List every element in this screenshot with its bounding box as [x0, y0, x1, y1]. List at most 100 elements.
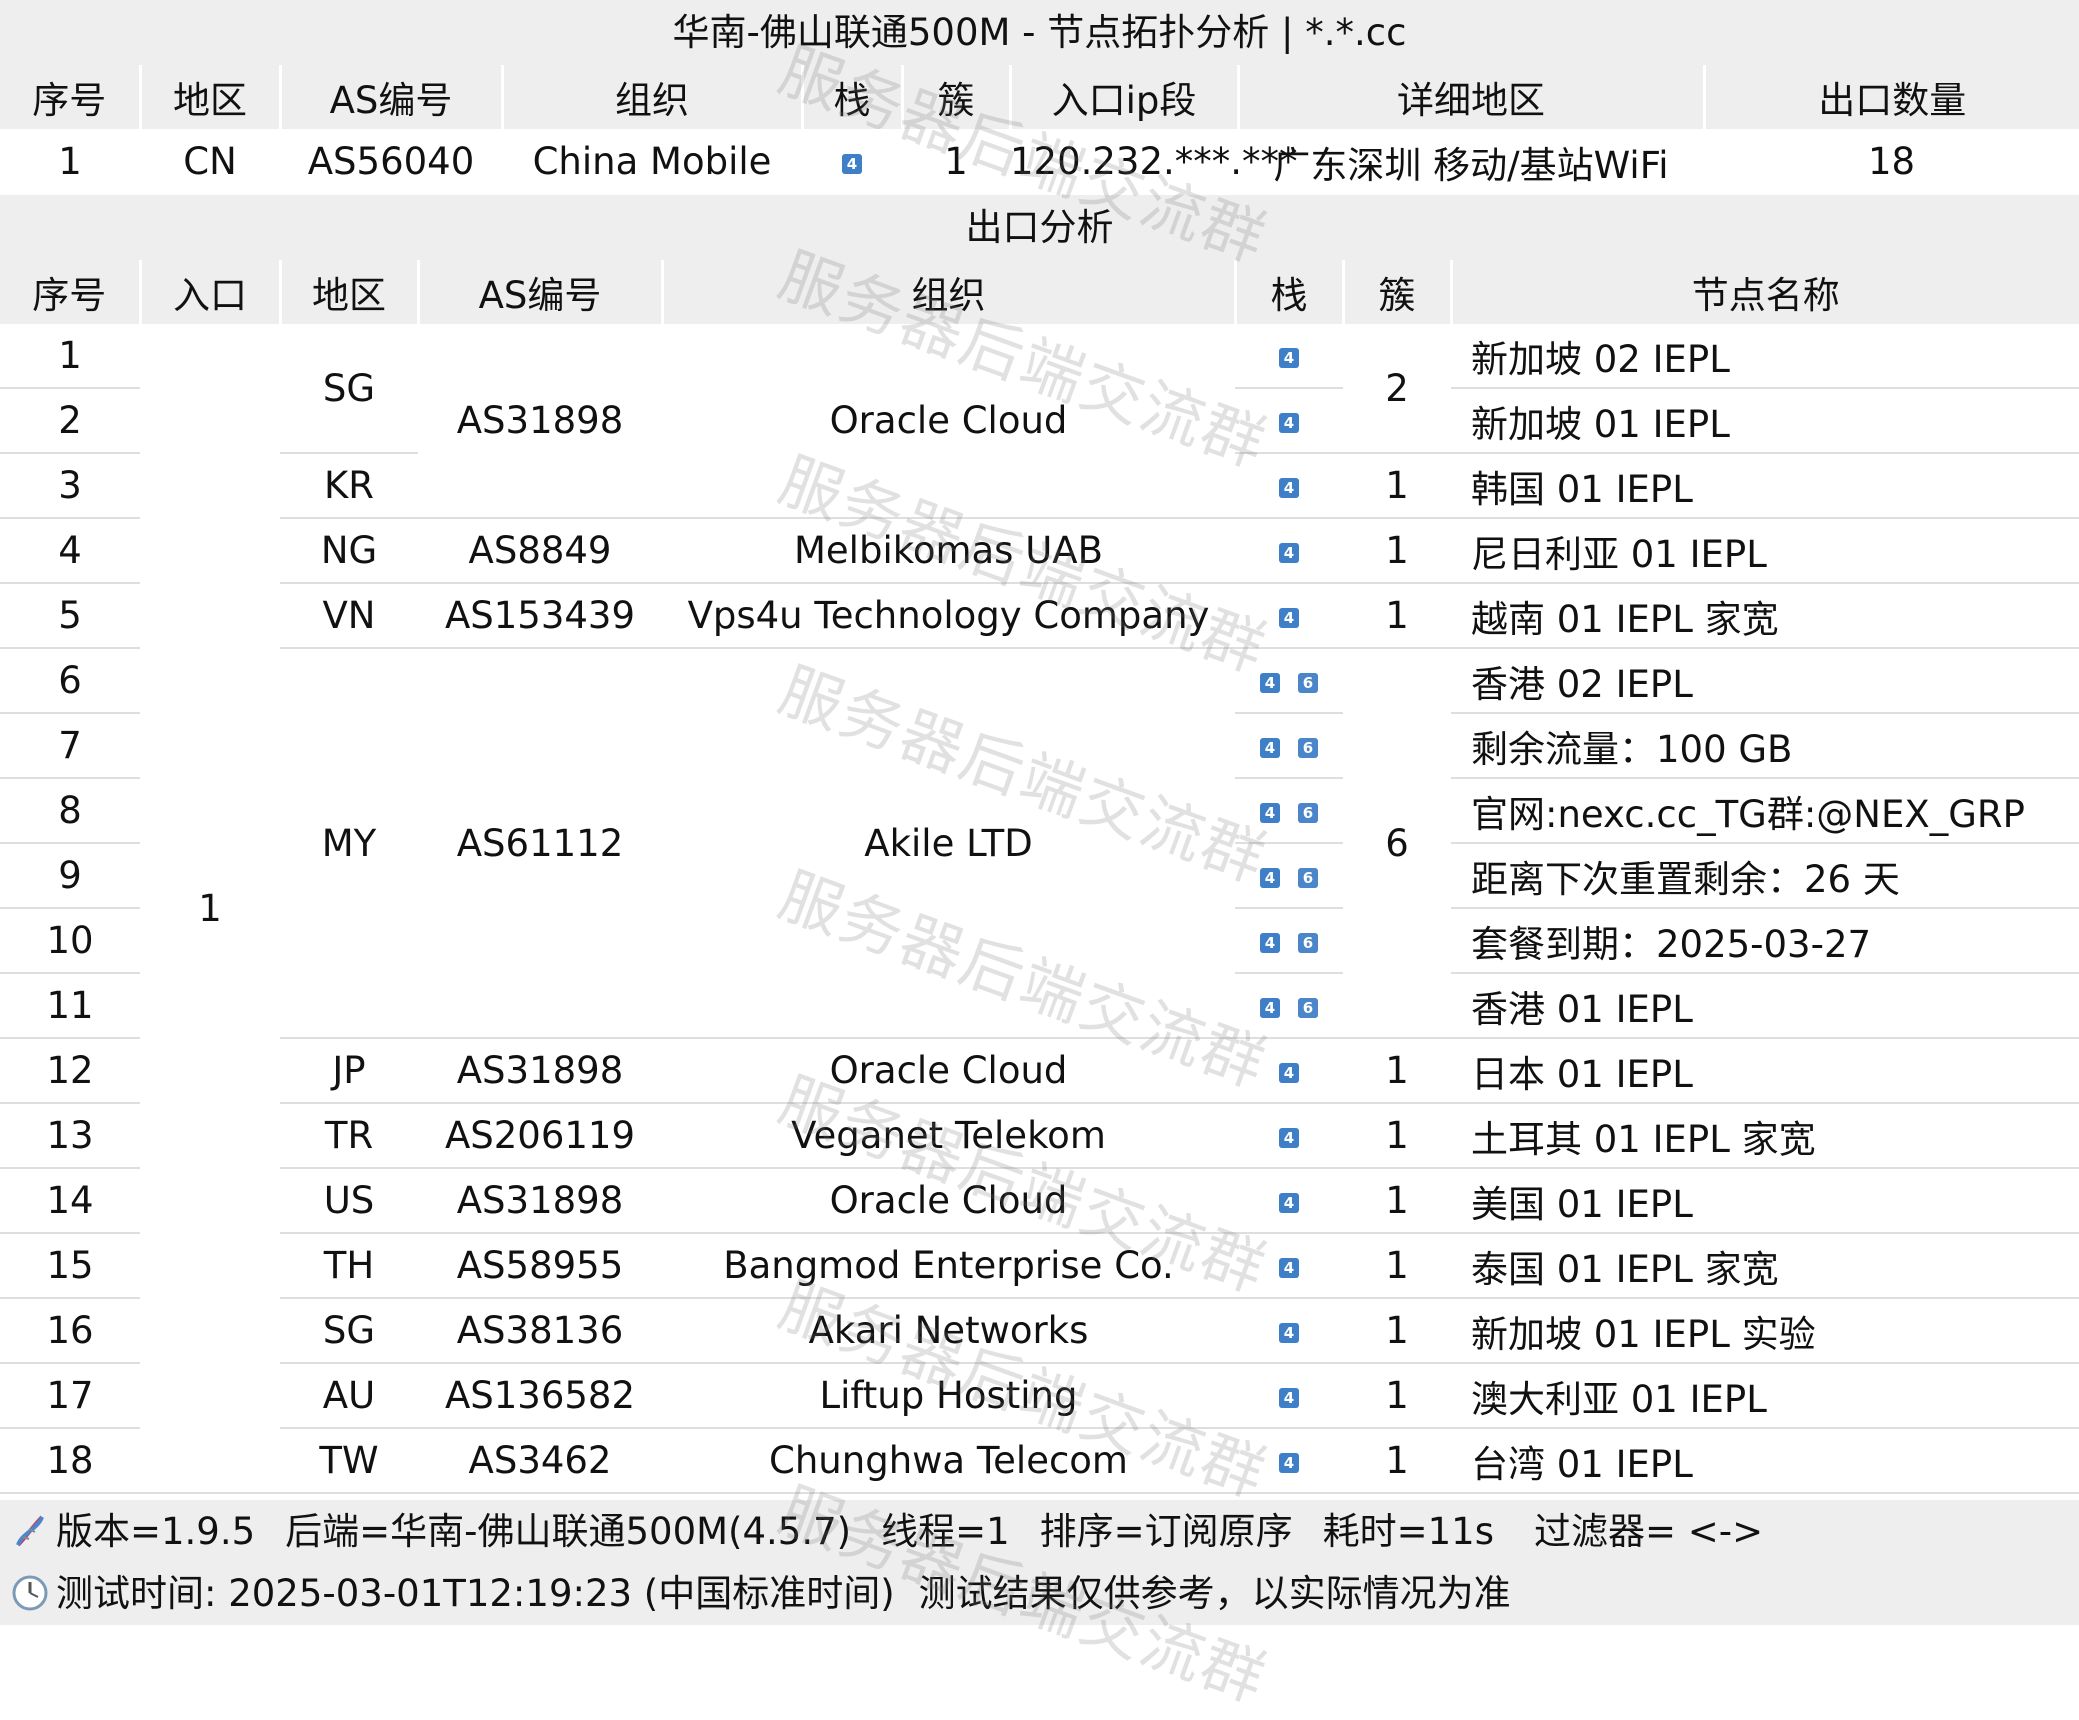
entry-exit-count: 18 — [1704, 129, 2079, 194]
row-org: Bangmod Enterprise Co. — [662, 1233, 1235, 1299]
row-stack: 4 — [1235, 1103, 1343, 1169]
dna-icon — [16, 1515, 44, 1546]
col-header-cluster: 簇 — [1343, 260, 1453, 324]
ipv4-badge: 4 — [1279, 607, 1299, 628]
row-region: KR — [280, 453, 418, 519]
row-node-name: 韩国 01 IEPL — [1451, 453, 2079, 519]
ipv6-badge: 6 — [1298, 997, 1318, 1018]
row-cluster: 1 — [1343, 1363, 1451, 1429]
page-title: 华南-佛山联通500M - 节点拓扑分析 | *.*.cc — [0, 0, 2079, 67]
row-asn: AS31898 — [418, 1168, 662, 1234]
row-index: 10 — [0, 908, 140, 974]
row-region: US — [280, 1168, 418, 1234]
row-index: 11 — [0, 973, 140, 1039]
row-stack: 4 — [1235, 388, 1343, 454]
row-region: TH — [280, 1233, 418, 1299]
ipv4-badge: 4 — [1279, 1127, 1299, 1148]
ipv6-badge: 6 — [1298, 867, 1318, 888]
row-node-name: 套餐到期：2025-03-27 — [1451, 908, 2079, 974]
footer-backend: 后端=华南-佛山联通500M(4.5.7) — [285, 1510, 852, 1553]
table-row: 15 TH AS58955 Bangmod Enterprise Co. 4 1 泰国 01… — [0, 1233, 2079, 1299]
col-header-stack: 栈 — [802, 65, 904, 129]
row-node-name: 官网:nexc.cc_TG群:@NEX_GRP — [1451, 778, 2079, 844]
ipv6-badge: 6 — [1298, 932, 1318, 953]
row-asn: AS8849 — [418, 518, 662, 584]
row-asn: AS61112 — [418, 648, 662, 1039]
row-cluster: 1 — [1343, 1168, 1451, 1234]
col-header-org: 组织 — [502, 65, 804, 129]
row-stack: 46 — [1235, 778, 1343, 844]
row-stack: 46 — [1235, 908, 1343, 974]
ipv4-badge: 4 — [1279, 1257, 1299, 1278]
ipv4-badge: 4 — [1279, 1062, 1299, 1083]
row-org: Oracle Cloud — [662, 324, 1235, 519]
row-index: 7 — [0, 713, 140, 779]
footer-time-bar: 测试时间: 2025-03-01T12:19:23 (中国标准时间) 测试结果仅供… — [0, 1563, 2079, 1625]
ipv4-badge: 4 — [1260, 867, 1280, 888]
row-org: Liftup Hosting — [662, 1363, 1235, 1429]
row-asn: AS58955 — [418, 1233, 662, 1299]
row-node-name: 尼日利亚 01 IEPL — [1451, 518, 2079, 584]
row-index: 3 — [0, 453, 140, 519]
ipv4-badge: 4 — [1279, 347, 1299, 368]
row-index: 9 — [0, 843, 140, 909]
row-index: 12 — [0, 1038, 140, 1104]
row-region: MY — [280, 648, 418, 1039]
ipv4-badge: 4 — [1279, 542, 1299, 563]
footer-elapsed: 耗时=11s — [1322, 1510, 1495, 1553]
row-index: 13 — [0, 1103, 140, 1169]
row-node-name: 越南 01 IEPL 家宽 — [1451, 583, 2079, 649]
row-entry: 1 — [140, 324, 280, 1494]
row-node-name: 香港 02 IEPL — [1451, 648, 2079, 714]
col-header-region: 地区 — [140, 65, 282, 129]
row-asn: AS31898 — [418, 1038, 662, 1104]
row-cluster: 6 — [1343, 648, 1451, 1039]
row-stack: 46 — [1235, 843, 1343, 909]
ipv4-badge: 4 — [1260, 932, 1280, 953]
row-region: SG — [280, 1298, 418, 1364]
row-org: Veganet Telekom — [662, 1103, 1235, 1169]
ipv4-badge: 4 — [1279, 412, 1299, 433]
row-asn: AS153439 — [418, 583, 662, 649]
ipv6-badge: 6 — [1298, 672, 1318, 693]
entry-detail: 广东深圳 移动/基站WiFi — [1238, 129, 1704, 194]
row-node-name: 剩余流量：100 GB — [1451, 713, 2079, 779]
table-row: 12 JP AS31898 Oracle Cloud 4 1 日本 01 IEPL — [0, 1038, 2079, 1104]
table-row: 1 1 SG AS31898 Oracle Cloud 4 2 新加坡 02 IEPL — [0, 324, 2079, 1494]
row-region: JP — [280, 1038, 418, 1104]
exit-header-row: 序号 入口 地区 AS编号 组织 栈 簇 节点名称 — [0, 260, 2079, 324]
row-org: Melbikomas UAB — [662, 518, 1235, 584]
ipv6-badge: 6 — [1298, 802, 1318, 823]
ipv6-badge: 6 — [1298, 737, 1318, 758]
row-index: 14 — [0, 1168, 140, 1234]
row-node-name: 日本 01 IEPL — [1451, 1038, 2079, 1104]
footer-info-bar: 版本=1.9.5 后端=华南-佛山联通500M(4.5.7) 线程=1 排序=订阅原序… — [0, 1500, 2079, 1564]
row-asn: AS136582 — [418, 1363, 662, 1429]
row-org: Akile LTD — [662, 648, 1235, 1039]
row-node-name: 美国 01 IEPL — [1451, 1168, 2079, 1234]
row-node-name: 新加坡 01 IEPL 实验 — [1451, 1298, 2079, 1364]
row-index: 8 — [0, 778, 140, 844]
row-cluster: 2 — [1343, 324, 1451, 454]
row-cluster: 1 — [1343, 1233, 1451, 1299]
col-header-cluster: 簇 — [902, 65, 1012, 129]
col-header-node-name: 节点名称 — [1451, 260, 2079, 324]
row-cluster: 1 — [1343, 518, 1451, 584]
row-node-name: 新加坡 02 IEPL — [1451, 324, 2079, 389]
row-stack: 4 — [1235, 1168, 1343, 1234]
row-node-name: 泰国 01 IEPL 家宽 — [1451, 1233, 2079, 1299]
row-cluster: 1 — [1343, 583, 1451, 649]
entry-ip: 120.232.***.*** — [1010, 129, 1298, 194]
row-cluster: 1 — [1343, 1428, 1451, 1494]
col-header-index: 序号 — [0, 260, 142, 324]
footer-sort: 排序=订阅原序 — [1039, 1510, 1293, 1553]
row-stack: 4 — [1235, 1038, 1343, 1104]
row-stack: 4 — [1235, 583, 1343, 649]
row-region: SG — [280, 324, 418, 454]
clock-icon — [12, 1575, 48, 1610]
row-region: NG — [280, 518, 418, 584]
col-header-region: 地区 — [280, 260, 420, 324]
footer-test-time: 测试时间: 2025-03-01T12:19:23 (中国标准时间) — [56, 1572, 895, 1615]
col-header-index: 序号 — [0, 65, 142, 129]
row-index: 15 — [0, 1233, 140, 1299]
